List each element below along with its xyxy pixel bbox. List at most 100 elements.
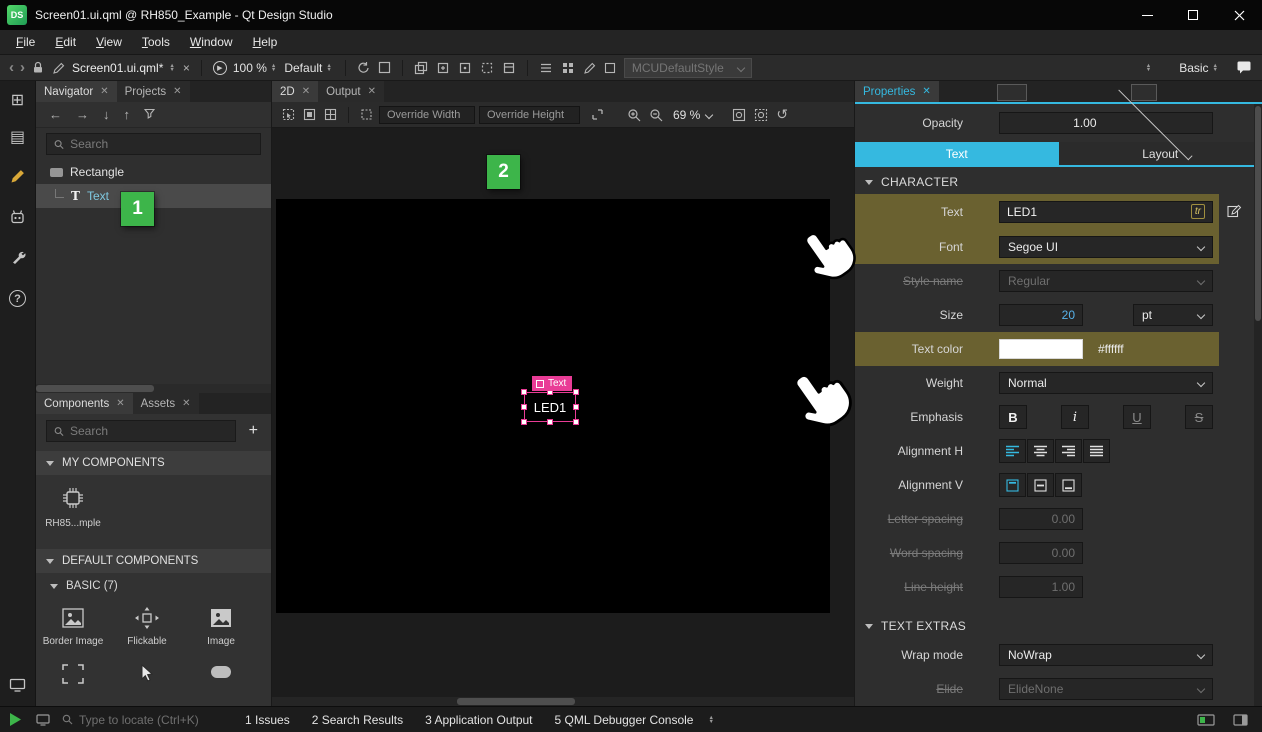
zoom-in-icon[interactable] — [623, 108, 645, 122]
apps-grid-icon[interactable]: ⊞ — [11, 93, 24, 109]
component-rectangle[interactable] — [184, 653, 258, 691]
frame-small-icon[interactable] — [600, 62, 620, 74]
align-right-button[interactable] — [1055, 439, 1082, 463]
letter-spacing-input[interactable]: 0.00 — [999, 508, 1083, 530]
application-output-panel-button[interactable]: 3 Application Output — [414, 707, 543, 732]
filter-icon[interactable] — [144, 107, 155, 122]
navigator-search-input[interactable] — [70, 137, 253, 151]
menu-window[interactable]: Window — [180, 30, 243, 55]
comment-bubble-icon[interactable] — [1232, 61, 1256, 75]
align-bottom-button[interactable] — [1055, 473, 1082, 497]
close-tab-icon[interactable]: ✕ — [182, 398, 190, 409]
maximize-button[interactable] — [1170, 0, 1216, 30]
clipped-field[interactable] — [997, 84, 1027, 101]
translate-badge[interactable]: tr — [1191, 204, 1205, 219]
editor-icon[interactable]: ▤ — [10, 130, 25, 146]
minimize-button[interactable] — [1124, 0, 1170, 30]
override-width-field[interactable]: Override Width — [379, 106, 475, 124]
resize-handle-bm[interactable] — [547, 419, 553, 425]
components-search-input[interactable] — [70, 424, 228, 438]
align-justify-button[interactable] — [1083, 439, 1110, 463]
back-icon[interactable]: ‹ — [6, 59, 17, 76]
resize-handle-tl[interactable] — [521, 389, 527, 395]
qml-debugger-panel-button[interactable]: 5 QML Debugger Console — [544, 707, 705, 732]
override-height-field[interactable]: Override Height — [479, 106, 580, 124]
lock-icon[interactable] — [28, 61, 48, 74]
component-focus-scope[interactable] — [36, 653, 110, 691]
menu-view[interactable]: View — [86, 30, 132, 55]
theme-combo[interactable]: Basic▲▼ — [1177, 61, 1224, 75]
annotation-pencil-icon[interactable] — [579, 61, 600, 74]
run-button[interactable] — [9, 712, 22, 727]
bind-icon[interactable] — [498, 61, 520, 75]
close-document-icon[interactable]: × — [179, 61, 194, 75]
size-unit-dropdown[interactable]: pt — [1133, 304, 1213, 326]
resize-handle-br[interactable] — [573, 419, 579, 425]
open-document-name[interactable]: Screen01.ui.qml* — [72, 61, 163, 75]
close-button[interactable] — [1216, 0, 1262, 30]
list-icon[interactable] — [535, 61, 557, 75]
dashed-frame-icon[interactable] — [476, 61, 498, 75]
text-extras-section-header[interactable]: TEXT EXTRAS — [855, 614, 1262, 638]
tab-navigator[interactable]: Navigator✕ — [36, 81, 117, 102]
close-tab-icon[interactable]: ✕ — [100, 86, 108, 97]
design-pencil-icon[interactable] — [9, 167, 26, 188]
add-component-button[interactable]: + — [246, 423, 261, 439]
opacity-input[interactable]: 1.00 — [999, 112, 1213, 134]
menu-edit[interactable]: Edit — [45, 30, 86, 55]
zoom-out-icon[interactable] — [645, 108, 667, 122]
move-up-icon[interactable]: ↑ — [124, 107, 131, 122]
tab-properties[interactable]: Properties ✕ — [855, 81, 939, 102]
text-input[interactable]: LED1 tr — [999, 201, 1213, 223]
tab-components[interactable]: Components✕ — [36, 393, 133, 414]
kit-combo[interactable]: Default▲▼ — [282, 61, 337, 75]
properties-scrollbar[interactable] — [1254, 104, 1262, 706]
elide-dropdown[interactable]: ElideNone — [999, 678, 1213, 700]
clipped-field[interactable] — [1131, 84, 1157, 101]
underline-button[interactable]: U — [1123, 405, 1151, 429]
console-toggle-icon[interactable] — [1197, 714, 1215, 726]
subtab-layout[interactable]: Layout — [1059, 142, 1262, 165]
move-down-icon[interactable]: ↓ — [103, 107, 110, 122]
sidebar-toggle-icon[interactable] — [1233, 714, 1248, 726]
word-spacing-input[interactable]: 0.00 — [999, 542, 1083, 564]
color-hex-value[interactable]: #ffffff — [1098, 342, 1124, 356]
tab-2d[interactable]: 2D✕ — [272, 81, 318, 102]
locator-input[interactable] — [79, 713, 234, 727]
canvas-zoom-value[interactable]: 69 % — [673, 108, 700, 122]
run-preview-icon[interactable]: ▶ — [209, 61, 231, 75]
subtab-text[interactable]: Text — [855, 142, 1059, 165]
panel-selector-icon[interactable]: ▲▼ — [708, 716, 713, 724]
select-tool-icon[interactable] — [278, 108, 299, 121]
close-tab-icon[interactable]: ✕ — [368, 86, 376, 97]
font-dropdown[interactable]: Segoe UI — [999, 236, 1213, 258]
navigator-hscrollbar[interactable] — [36, 384, 271, 393]
menu-tools[interactable]: Tools — [132, 30, 180, 55]
navigator-searchbox[interactable] — [46, 133, 261, 155]
help-icon[interactable]: ? — [9, 290, 26, 307]
wrench-icon[interactable] — [10, 249, 26, 269]
components-searchbox[interactable] — [46, 420, 236, 442]
character-section-header[interactable]: CHARACTER — [855, 170, 1262, 194]
align-middle-button[interactable] — [1027, 473, 1054, 497]
tab-projects[interactable]: Projects✕ — [117, 81, 190, 102]
color-swatch[interactable] — [999, 339, 1083, 359]
section-my-components[interactable]: MY COMPONENTS — [36, 451, 271, 475]
selected-element-tag[interactable]: Text — [532, 376, 572, 391]
zoom-combo[interactable]: 100 %▲▼ — [231, 61, 282, 75]
component-mouse-area[interactable] — [110, 653, 184, 691]
move-right-icon[interactable]: → — [76, 107, 89, 122]
copy-icon[interactable] — [410, 61, 432, 75]
grid-view-icon[interactable] — [557, 61, 579, 75]
paste-icon[interactable] — [432, 61, 454, 75]
weight-dropdown[interactable]: Normal — [999, 372, 1213, 394]
prepend-monitor-icon[interactable] — [36, 714, 50, 726]
component-rh850[interactable]: RH85...mple — [36, 475, 110, 535]
zoom-fit-icon[interactable] — [728, 108, 750, 122]
scroll-thumb[interactable] — [457, 698, 575, 705]
design-viewport[interactable]: 2 Text LED1 — [272, 128, 854, 706]
selected-text-element[interactable]: LED1 — [524, 392, 576, 422]
scroll-thumb[interactable] — [36, 385, 154, 392]
section-default-components[interactable]: DEFAULT COMPONENTS — [36, 549, 271, 573]
simulator-robot-icon[interactable] — [9, 209, 26, 228]
